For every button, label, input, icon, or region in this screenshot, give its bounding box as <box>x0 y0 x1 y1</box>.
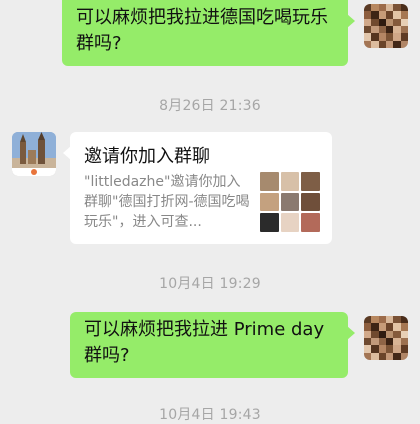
card-description: "littledazhe"邀请你加入群聊"德国打折网-德国吃喝玩乐"，进入可查.… <box>84 174 250 230</box>
message-bubble-outgoing[interactable]: 可以麻烦把我拉进 Prime day 群吗? <box>70 312 355 378</box>
card-title: 邀请你加入群聊 <box>84 146 210 167</box>
group-invite-card[interactable]: 邀请你加入群聊 "littledazhe"邀请你加入群聊"德国打折网-德国吃喝玩… <box>63 132 332 244</box>
timestamp: 10月4日 19:43 <box>159 407 261 423</box>
group-thumbnail-grid <box>260 172 320 232</box>
message-text: 可以麻烦把我拉进 Prime day 群吗? <box>84 319 325 366</box>
message-bubble-outgoing[interactable]: 可以麻烦把我拉进德国吃喝玩乐群吗? <box>62 0 355 66</box>
message-text: 可以麻烦把我拉进德国吃喝玩乐群吗? <box>76 7 328 54</box>
group-avatar[interactable] <box>12 132 56 176</box>
church-photo-icon <box>12 132 56 176</box>
user-avatar[interactable] <box>364 4 408 48</box>
timestamp: 8月26日 21:36 <box>159 98 261 114</box>
timestamp: 10月4日 19:29 <box>159 276 261 292</box>
user-avatar[interactable] <box>364 316 408 360</box>
